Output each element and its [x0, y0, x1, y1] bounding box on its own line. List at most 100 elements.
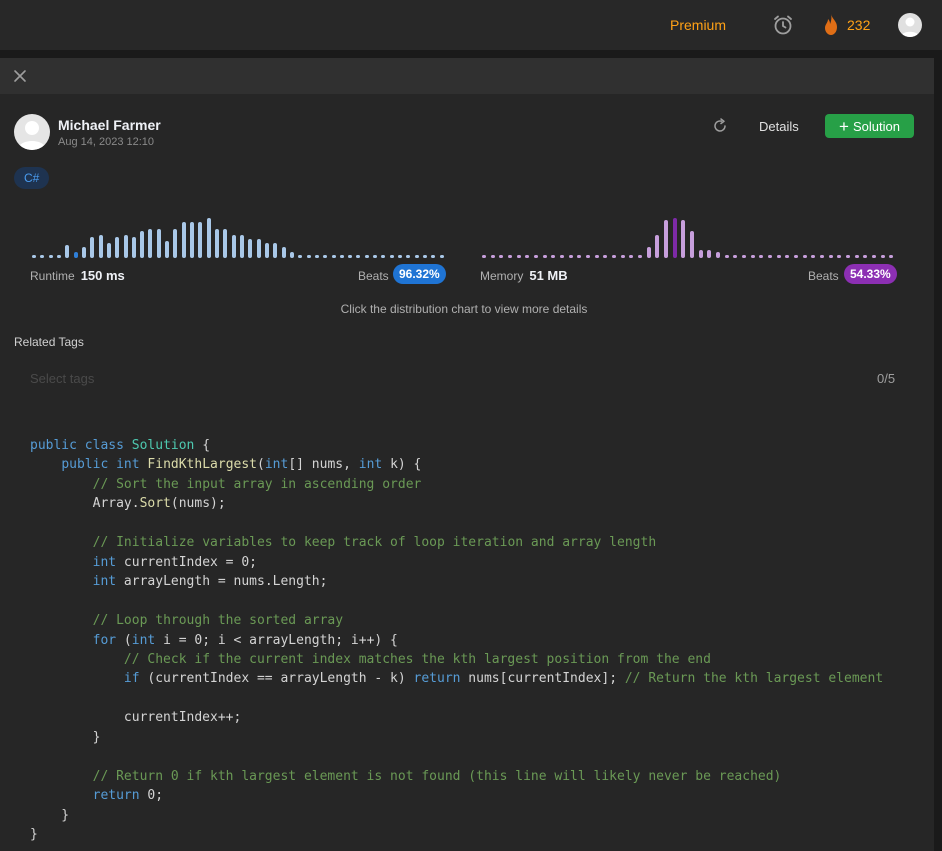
distribution-bar[interactable] — [577, 255, 582, 258]
distribution-bar[interactable] — [81, 247, 86, 258]
distribution-bar[interactable] — [398, 255, 403, 258]
close-icon[interactable] — [12, 68, 28, 84]
distribution-bar[interactable] — [423, 255, 428, 258]
distribution-bar[interactable] — [156, 228, 161, 258]
alarm-clock-icon[interactable] — [772, 14, 794, 36]
distribution-bar[interactable] — [750, 255, 755, 258]
distribution-bar[interactable] — [820, 255, 824, 258]
distribution-bar[interactable] — [768, 255, 772, 258]
author-avatar[interactable] — [14, 114, 50, 150]
distribution-bar[interactable] — [837, 255, 842, 258]
distribution-bar[interactable] — [499, 255, 504, 258]
distribution-bar[interactable] — [173, 228, 178, 258]
distribution-bar[interactable] — [490, 255, 495, 258]
distribution-bar[interactable] — [131, 236, 136, 258]
distribution-bar[interactable] — [846, 255, 850, 258]
distribution-bar[interactable] — [373, 255, 378, 258]
distribution-bar[interactable] — [603, 255, 608, 258]
distribution-bar[interactable] — [880, 255, 885, 258]
distribution-bar[interactable] — [48, 255, 53, 258]
distribution-bar[interactable] — [889, 255, 894, 258]
distribution-bar[interactable] — [716, 251, 720, 258]
distribution-bar[interactable] — [482, 255, 486, 258]
distribution-bar[interactable] — [356, 255, 361, 258]
distribution-bar[interactable] — [65, 245, 70, 258]
distribution-bar[interactable] — [742, 255, 746, 258]
distribution-bar[interactable] — [776, 255, 781, 258]
distribution-bar[interactable] — [140, 230, 145, 258]
distribution-bar[interactable] — [90, 236, 95, 258]
distribution-bar[interactable] — [40, 255, 45, 258]
distribution-bar[interactable] — [794, 255, 798, 258]
distribution-bar[interactable] — [698, 249, 703, 258]
distribution-bar[interactable] — [223, 228, 228, 258]
distribution-bar[interactable] — [785, 255, 790, 258]
distribution-bar[interactable] — [389, 255, 394, 258]
streak-count[interactable]: 232 — [847, 17, 870, 33]
distribution-bar[interactable] — [516, 255, 521, 258]
refresh-icon[interactable] — [712, 118, 728, 134]
distribution-bar[interactable] — [525, 255, 530, 258]
distribution-bar[interactable] — [863, 255, 868, 258]
distribution-bar[interactable] — [273, 243, 278, 258]
distribution-bar[interactable] — [248, 239, 253, 258]
distribution-bar[interactable] — [306, 255, 311, 258]
distribution-bar[interactable] — [638, 255, 642, 258]
distribution-bar[interactable] — [281, 247, 286, 258]
distribution-bar[interactable] — [724, 255, 729, 258]
distribution-bar[interactable] — [348, 255, 353, 258]
fire-icon[interactable] — [822, 13, 840, 36]
distribution-bar[interactable] — [568, 255, 573, 258]
author-name[interactable]: Michael Farmer — [58, 117, 161, 133]
distribution-bar[interactable] — [256, 239, 261, 258]
distribution-bar[interactable] — [298, 255, 303, 258]
distribution-bar[interactable] — [106, 243, 111, 258]
distribution-bar[interactable] — [733, 255, 738, 258]
distribution-bar[interactable] — [681, 220, 686, 258]
distribution-bar[interactable] — [215, 228, 220, 258]
distribution-bar[interactable] — [655, 234, 660, 258]
distribution-bar[interactable] — [431, 255, 436, 258]
tags-select-input[interactable]: Select tags — [30, 371, 94, 386]
distribution-bar[interactable] — [802, 255, 807, 258]
distribution-bar[interactable] — [664, 220, 668, 258]
distribution-bar[interactable] — [148, 228, 153, 258]
distribution-bar[interactable] — [534, 255, 538, 258]
distribution-bar[interactable] — [690, 230, 694, 258]
distribution-bar[interactable] — [323, 255, 328, 258]
premium-link[interactable]: Premium — [670, 17, 726, 33]
distribution-bar[interactable] — [811, 255, 816, 258]
distribution-bar[interactable] — [73, 251, 78, 258]
distribution-bar[interactable] — [672, 218, 677, 258]
distribution-bar[interactable] — [206, 218, 211, 258]
distribution-bar[interactable] — [646, 247, 651, 258]
distribution-bar[interactable] — [181, 222, 186, 258]
distribution-bar[interactable] — [231, 234, 236, 258]
details-button[interactable]: Details — [759, 119, 799, 134]
distribution-bar[interactable] — [872, 255, 876, 258]
distribution-bar[interactable] — [289, 251, 294, 258]
distribution-bar[interactable] — [339, 255, 344, 258]
distribution-bar[interactable] — [32, 255, 36, 258]
distribution-bar[interactable] — [364, 255, 369, 258]
distribution-bar[interactable] — [165, 241, 170, 258]
distribution-bar[interactable] — [406, 255, 411, 258]
memory-distribution-chart[interactable] — [482, 208, 902, 258]
distribution-bar[interactable] — [542, 255, 547, 258]
distribution-bar[interactable] — [190, 222, 195, 258]
distribution-bar[interactable] — [612, 255, 616, 258]
distribution-bar[interactable] — [854, 255, 859, 258]
distribution-bar[interactable] — [123, 234, 128, 258]
user-avatar[interactable] — [898, 13, 922, 37]
distribution-bar[interactable] — [629, 255, 634, 258]
distribution-bar[interactable] — [707, 249, 712, 258]
distribution-bar[interactable] — [264, 243, 269, 258]
distribution-bar[interactable] — [620, 255, 625, 258]
distribution-bar[interactable] — [381, 255, 386, 258]
distribution-bar[interactable] — [314, 255, 319, 258]
distribution-bar[interactable] — [828, 255, 833, 258]
distribution-bar[interactable] — [198, 222, 203, 258]
distribution-bar[interactable] — [98, 234, 103, 258]
distribution-bar[interactable] — [759, 255, 764, 258]
add-solution-button[interactable]: + Solution — [825, 114, 914, 138]
